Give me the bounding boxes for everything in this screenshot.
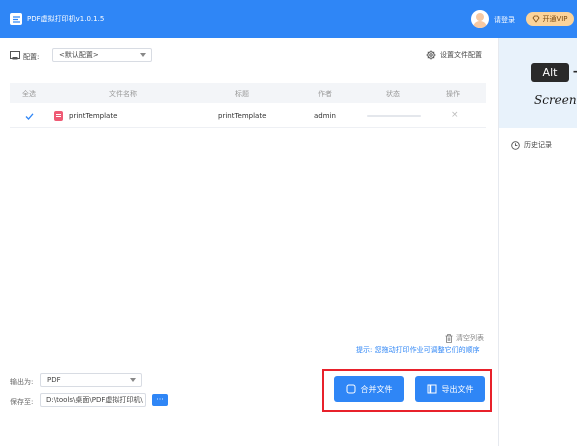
clock-icon <box>511 140 520 150</box>
table-header: 全选 文件名称 标题 作者 状态 操作 <box>10 83 486 103</box>
config-icon <box>10 51 20 60</box>
header-status: 状态 <box>386 90 400 98</box>
app-title: PDF虚拟打印机v1.0.1.5 <box>27 15 105 23</box>
avatar-body-shape <box>473 21 487 28</box>
export-icon <box>427 384 436 394</box>
history-button[interactable]: 历史记录 <box>511 140 552 150</box>
save-path-label: 保存至: <box>10 398 34 406</box>
right-panel: Alt + Screen 历史记录 <box>498 38 577 446</box>
user-avatar[interactable] <box>471 10 489 28</box>
promo-banner[interactable]: Alt + Screen <box>499 38 577 128</box>
vip-button[interactable]: 开通VIP <box>526 12 574 26</box>
merge-icon <box>346 384 355 394</box>
file-config-button[interactable]: 设置文件配置 <box>426 50 482 60</box>
promo-plus: + <box>572 64 577 80</box>
config-select[interactable]: <默认配置> <box>52 48 152 62</box>
output-format-value: PDF <box>47 376 61 384</box>
row-progress-bar <box>367 115 421 117</box>
login-link[interactable]: 请登录 <box>494 15 515 25</box>
row-delete-button[interactable]: × <box>451 110 459 120</box>
row-file-name: printTemplate <box>69 112 118 120</box>
app-logo-icon <box>10 13 22 25</box>
clear-list-button[interactable]: 清空列表 <box>445 333 484 343</box>
diamond-icon <box>532 15 540 23</box>
header-file-name: 文件名称 <box>109 90 137 98</box>
file-config-label: 设置文件配置 <box>440 51 482 59</box>
browse-button[interactable]: ··· <box>152 394 168 406</box>
title-bar: PDF虚拟打印机v1.0.1.5 <box>0 0 577 38</box>
chevron-down-icon <box>140 53 146 57</box>
export-files-button[interactable]: 导出文件 <box>415 376 485 402</box>
output-format-label: 输出为: <box>10 378 34 386</box>
promo-word: Screen <box>534 93 577 107</box>
header-select-all[interactable]: 全选 <box>22 89 36 99</box>
avatar-head-shape <box>476 13 484 21</box>
chevron-down-icon <box>130 378 136 382</box>
merge-files-button[interactable]: 合并文件 <box>334 376 404 402</box>
save-path-input[interactable]: D:\tools\桌面\PDF虚拟打印机\ <box>40 393 146 407</box>
row-author: admin <box>314 112 336 120</box>
history-label: 历史记录 <box>524 141 552 149</box>
row-title: printTemplate <box>218 112 267 120</box>
trash-icon <box>445 333 453 343</box>
pdf-file-icon <box>54 111 63 121</box>
row-checkbox[interactable] <box>25 112 34 121</box>
config-label: 配置: <box>23 53 40 61</box>
table-row[interactable]: printTemplate printTemplate admin × <box>10 104 486 128</box>
header-author: 作者 <box>318 90 332 98</box>
output-format-select[interactable]: PDF <box>40 373 142 387</box>
config-select-value: <默认配置> <box>59 51 99 59</box>
header-title: 标题 <box>235 90 249 98</box>
gear-icon <box>426 50 436 60</box>
alt-key-graphic: Alt <box>531 63 569 82</box>
export-files-label: 导出文件 <box>441 384 474 394</box>
reorder-hint: 提示: 您拖动打印作业可调整它们的顺序 <box>356 346 480 354</box>
header-action: 操作 <box>446 90 460 98</box>
merge-files-label: 合并文件 <box>360 384 393 394</box>
vip-button-label: 开通VIP <box>542 15 568 23</box>
clear-list-label: 清空列表 <box>456 334 484 342</box>
